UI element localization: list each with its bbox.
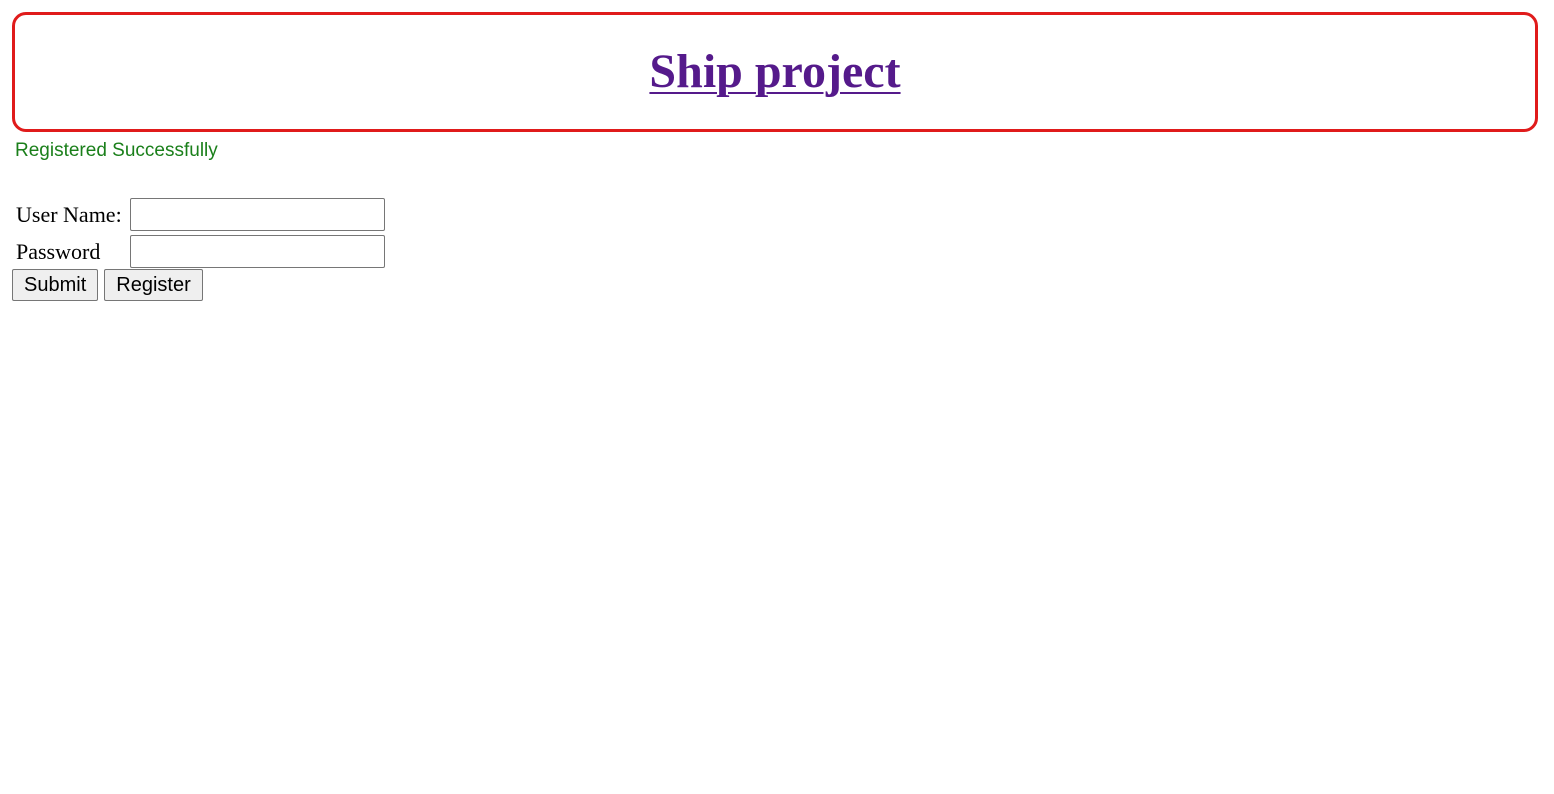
password-input[interactable]: [129, 235, 385, 268]
home-link[interactable]: Ship project: [649, 45, 900, 98]
password-cell: [129, 235, 385, 268]
username-row: User Name:: [16, 198, 385, 231]
username-label: User Name:: [16, 202, 122, 227]
password-row: Password: [16, 235, 385, 268]
page-title: Ship project: [649, 48, 900, 96]
header-box: Ship project: [12, 12, 1538, 132]
status-message: Registered Successfully: [15, 140, 218, 161]
login-form-table: User Name: Password: [12, 194, 389, 272]
login-form: User Name: Password: [12, 194, 389, 272]
username-input[interactable]: [129, 198, 385, 231]
register-button[interactable]: Register: [104, 269, 203, 301]
username-cell: [129, 198, 385, 231]
submit-button[interactable]: Submit: [12, 269, 99, 301]
password-label: Password: [16, 239, 101, 264]
form-button-row: Submit Register: [12, 269, 203, 301]
